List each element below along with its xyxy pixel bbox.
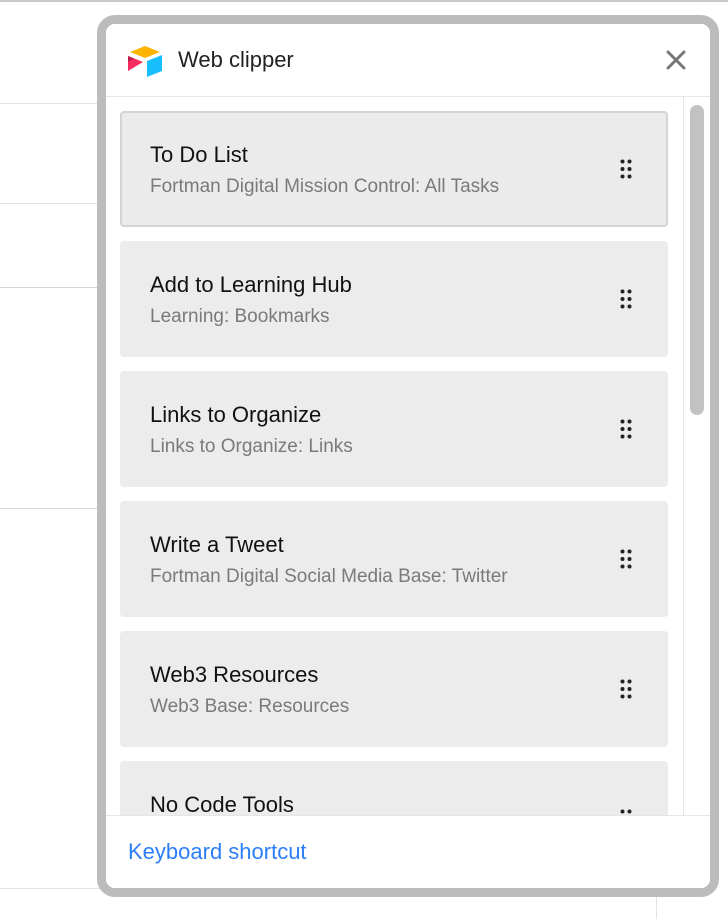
- popup-title: Web clipper: [178, 47, 294, 72]
- background-divider: [0, 508, 100, 509]
- close-icon[interactable]: [662, 46, 690, 74]
- keyboard-shortcut-link[interactable]: Keyboard shortcut: [128, 838, 307, 866]
- clip-item[interactable]: Add to Learning Hub Learning: Bookmarks: [120, 241, 668, 357]
- drag-handle-icon[interactable]: [620, 679, 632, 699]
- clip-destination: Fortman Digital Mission Control: All Tas…: [150, 176, 500, 197]
- clip-list-area: To Do List Fortman Digital Mission Contr…: [106, 97, 710, 816]
- clip-destination: Links to Organize: Links: [150, 436, 353, 457]
- clip-list: To Do List Fortman Digital Mission Contr…: [120, 111, 668, 816]
- clip-destination: Fortman Digital Social Media Base: Twitt…: [150, 566, 508, 587]
- clip-title: Write a Tweet: [150, 532, 284, 557]
- clip-title: To Do List: [150, 142, 248, 167]
- background-top-border: [0, 0, 728, 2]
- clip-destination: Web3 Base: Resources: [150, 696, 350, 717]
- clip-destination: Learning: Bookmarks: [150, 306, 330, 327]
- clip-title: Add to Learning Hub: [150, 272, 352, 297]
- scrollbar[interactable]: [683, 97, 710, 816]
- background-divider: [0, 103, 100, 104]
- scrollbar-thumb[interactable]: [690, 105, 704, 415]
- clip-item[interactable]: No Code Tools: [120, 761, 668, 816]
- airtable-logo-icon: [128, 46, 162, 77]
- popup-footer: Keyboard shortcut: [106, 815, 710, 888]
- web-clipper-popup: Web clipper To Do List Fortman Digital M…: [97, 15, 719, 897]
- clip-title: No Code Tools: [150, 792, 294, 816]
- background-divider: [0, 203, 100, 204]
- clip-item[interactable]: Links to Organize Links to Organize: Lin…: [120, 371, 668, 487]
- drag-handle-icon[interactable]: [620, 159, 632, 179]
- drag-handle-icon[interactable]: [620, 549, 632, 569]
- background-divider: [0, 287, 100, 288]
- drag-handle-icon[interactable]: [620, 419, 632, 439]
- popup-header: Web clipper: [106, 24, 710, 97]
- clip-title: Links to Organize: [150, 402, 322, 427]
- clip-title: Web3 Resources: [150, 662, 319, 687]
- clip-item[interactable]: To Do List Fortman Digital Mission Contr…: [120, 111, 668, 227]
- drag-handle-icon[interactable]: [620, 289, 632, 309]
- clip-item[interactable]: Write a Tweet Fortman Digital Social Med…: [120, 501, 668, 617]
- clip-item[interactable]: Web3 Resources Web3 Base: Resources: [120, 631, 668, 747]
